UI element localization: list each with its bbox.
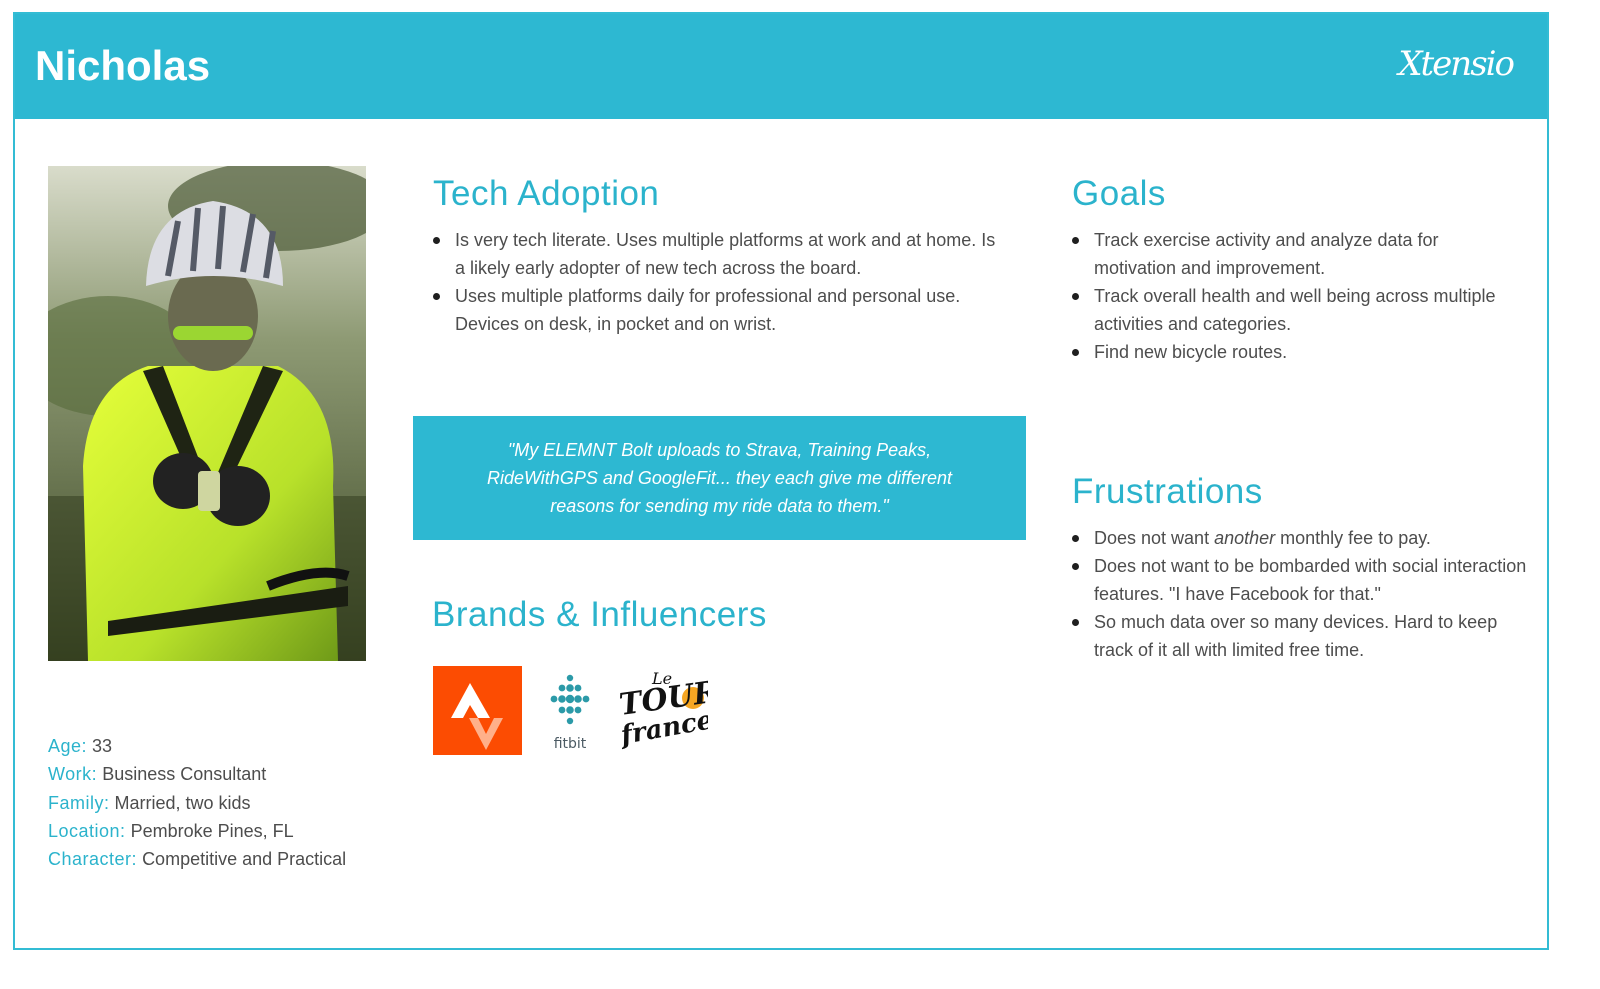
header-bar: Nicholas Xtensio — [15, 14, 1547, 119]
tech-adoption-title: Tech Adoption — [433, 174, 660, 213]
strava-icon — [451, 683, 503, 750]
detail-work: Work: Business Consultant — [48, 760, 348, 788]
tour-de-france-icon: Le TOUR france — [617, 669, 721, 751]
text-segment: Does not want — [1094, 528, 1215, 548]
detail-value: Pembroke Pines, FL — [130, 820, 294, 841]
xtensio-logo: Xtensio — [1398, 44, 1515, 84]
tour-de-france-logo: Le TOUR france — [616, 666, 721, 755]
detail-location: Location: Pembroke Pines, FL — [48, 817, 348, 845]
list-item: Track overall health and well being acro… — [1072, 282, 1522, 338]
text-segment: monthly fee to pay. — [1275, 528, 1431, 548]
detail-label: Character: — [48, 849, 138, 870]
detail-value: 33 — [92, 736, 113, 756]
detail-family: Family: Married, two kids — [48, 789, 348, 817]
cyclist-illustration — [48, 166, 366, 661]
fitbit-icon: fitbit — [550, 674, 590, 752]
detail-character: Character: Competitive and Practical — [48, 845, 348, 873]
quote-text: "My ELEMNT Bolt uploads to Strava, Train… — [486, 440, 953, 516]
quote-box: "My ELEMNT Bolt uploads to Strava, Train… — [413, 416, 1026, 540]
persona-details: Age: 33 Work: Business Consultant Family… — [48, 732, 348, 873]
list-item: Does not want another monthly fee to pay… — [1072, 524, 1532, 552]
persona-card: Nicholas Xtensio Tech Adoption Is very t… — [13, 12, 1549, 950]
detail-age: Age: 33 — [48, 732, 348, 760]
detail-value: Competitive and Practical — [142, 849, 347, 870]
brand-logos: fitbit Le TOUR france — [433, 666, 721, 755]
frustrations-title: Frustrations — [1072, 472, 1263, 511]
list-item: So much data over so many devices. Hard … — [1072, 608, 1532, 664]
goals-list: Track exercise activity and analyze data… — [1072, 226, 1522, 366]
list-item: Is very tech literate. Uses multiple pla… — [433, 226, 1003, 282]
tech-adoption-list: Is very tech literate. Uses multiple pla… — [433, 226, 1003, 338]
goals-title: Goals — [1072, 174, 1166, 213]
persona-name: Nicholas — [35, 42, 211, 89]
cyclist-photo — [48, 166, 366, 661]
detail-label: Age: — [48, 736, 88, 756]
detail-label: Family: — [48, 792, 110, 813]
frustrations-list: Does not want another monthly fee to pay… — [1072, 524, 1532, 664]
brands-title: Brands & Influencers — [432, 595, 767, 634]
detail-value: Married, two kids — [114, 792, 251, 813]
strava-logo — [433, 666, 522, 755]
fitbit-wordmark: fitbit — [554, 736, 587, 752]
list-item: Does not want to be bombarded with socia… — [1072, 552, 1532, 608]
fitbit-logo: fitbit — [524, 666, 616, 755]
list-item: Uses multiple platforms daily for profes… — [433, 282, 1003, 338]
detail-value: Business Consultant — [102, 764, 267, 785]
list-item: Track exercise activity and analyze data… — [1072, 226, 1522, 282]
emphasis-text: another — [1214, 528, 1276, 548]
list-item: Find new bicycle routes. — [1072, 338, 1522, 366]
detail-label: Location: — [48, 820, 126, 841]
detail-label: Work: — [48, 764, 98, 785]
